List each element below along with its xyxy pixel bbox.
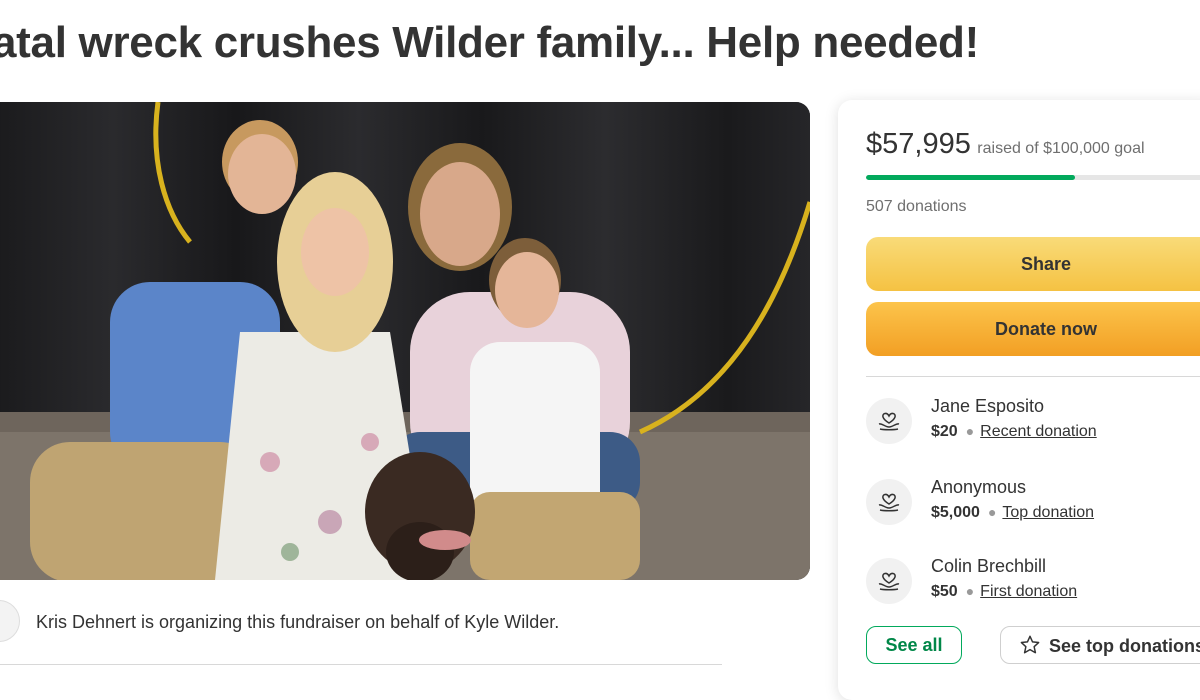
donor-amount: $50 <box>931 583 958 600</box>
donor-tag-link[interactable]: Top donation <box>1002 504 1094 521</box>
progress-bar <box>866 175 1200 180</box>
donor-amount: $5,000 <box>931 504 980 521</box>
organizer-text: Kris Dehnert is organizing this fundrais… <box>36 612 560 632</box>
donation-count: 507 donations <box>866 198 967 215</box>
share-button-label: Share <box>1020 253 1072 274</box>
divider <box>0 664 722 665</box>
donate-now-button[interactable]: Donate now <box>866 302 1200 356</box>
donor-name: Jane Esposito <box>931 396 1045 416</box>
donor-tag-link[interactable]: Recent donation <box>980 423 1097 440</box>
donor-meta: $5,000 ● Top donation <box>931 504 1094 522</box>
star-icon <box>1020 635 1040 653</box>
amount-raised: $57,995 <box>866 128 971 160</box>
donor-meta: $50 ● First donation <box>931 583 1077 601</box>
donor-amount: $20 <box>931 423 958 440</box>
see-top-label: See top donations <box>1049 635 1200 656</box>
organizer-avatar <box>0 600 20 642</box>
donor-item: Jane Esposito $20 ● Recent donation <box>866 396 1200 452</box>
page-title: atal wreck crushes Wilder family... Help… <box>0 18 979 67</box>
separator-dot: ● <box>987 504 997 520</box>
donate-button-label: Donate now <box>995 318 1097 339</box>
family-photo-illustration <box>0 102 810 580</box>
share-button[interactable]: Share <box>866 237 1200 291</box>
campaign-photo <box>0 102 810 580</box>
goal-text: raised of $100,000 goal <box>977 140 1145 157</box>
divider <box>866 376 1200 377</box>
donor-name: Colin Brechbill <box>931 556 1047 576</box>
donor-name: Anonymous <box>931 477 1027 497</box>
separator-dot: ● <box>965 583 975 599</box>
separator-dot: ● <box>965 423 975 439</box>
see-all-button[interactable]: See all <box>866 626 962 664</box>
heart-hands-icon <box>866 398 912 444</box>
raised-summary: $57,995 raised of $100,000 goal <box>866 128 1145 161</box>
heart-hands-icon <box>866 479 912 525</box>
donor-item: Anonymous $5,000 ● Top donation <box>866 477 1200 533</box>
progress-bar-fill <box>866 175 1075 180</box>
heart-hands-icon <box>866 558 912 604</box>
donor-item: Colin Brechbill $50 ● First donation <box>866 556 1200 612</box>
see-top-donations-button[interactable]: See top donations <box>1000 626 1200 664</box>
donor-tag-link[interactable]: First donation <box>980 583 1077 600</box>
see-all-label: See all <box>885 634 943 655</box>
donation-panel: $57,995 raised of $100,000 goal 507 dona… <box>838 100 1200 700</box>
donor-meta: $20 ● Recent donation <box>931 423 1097 441</box>
